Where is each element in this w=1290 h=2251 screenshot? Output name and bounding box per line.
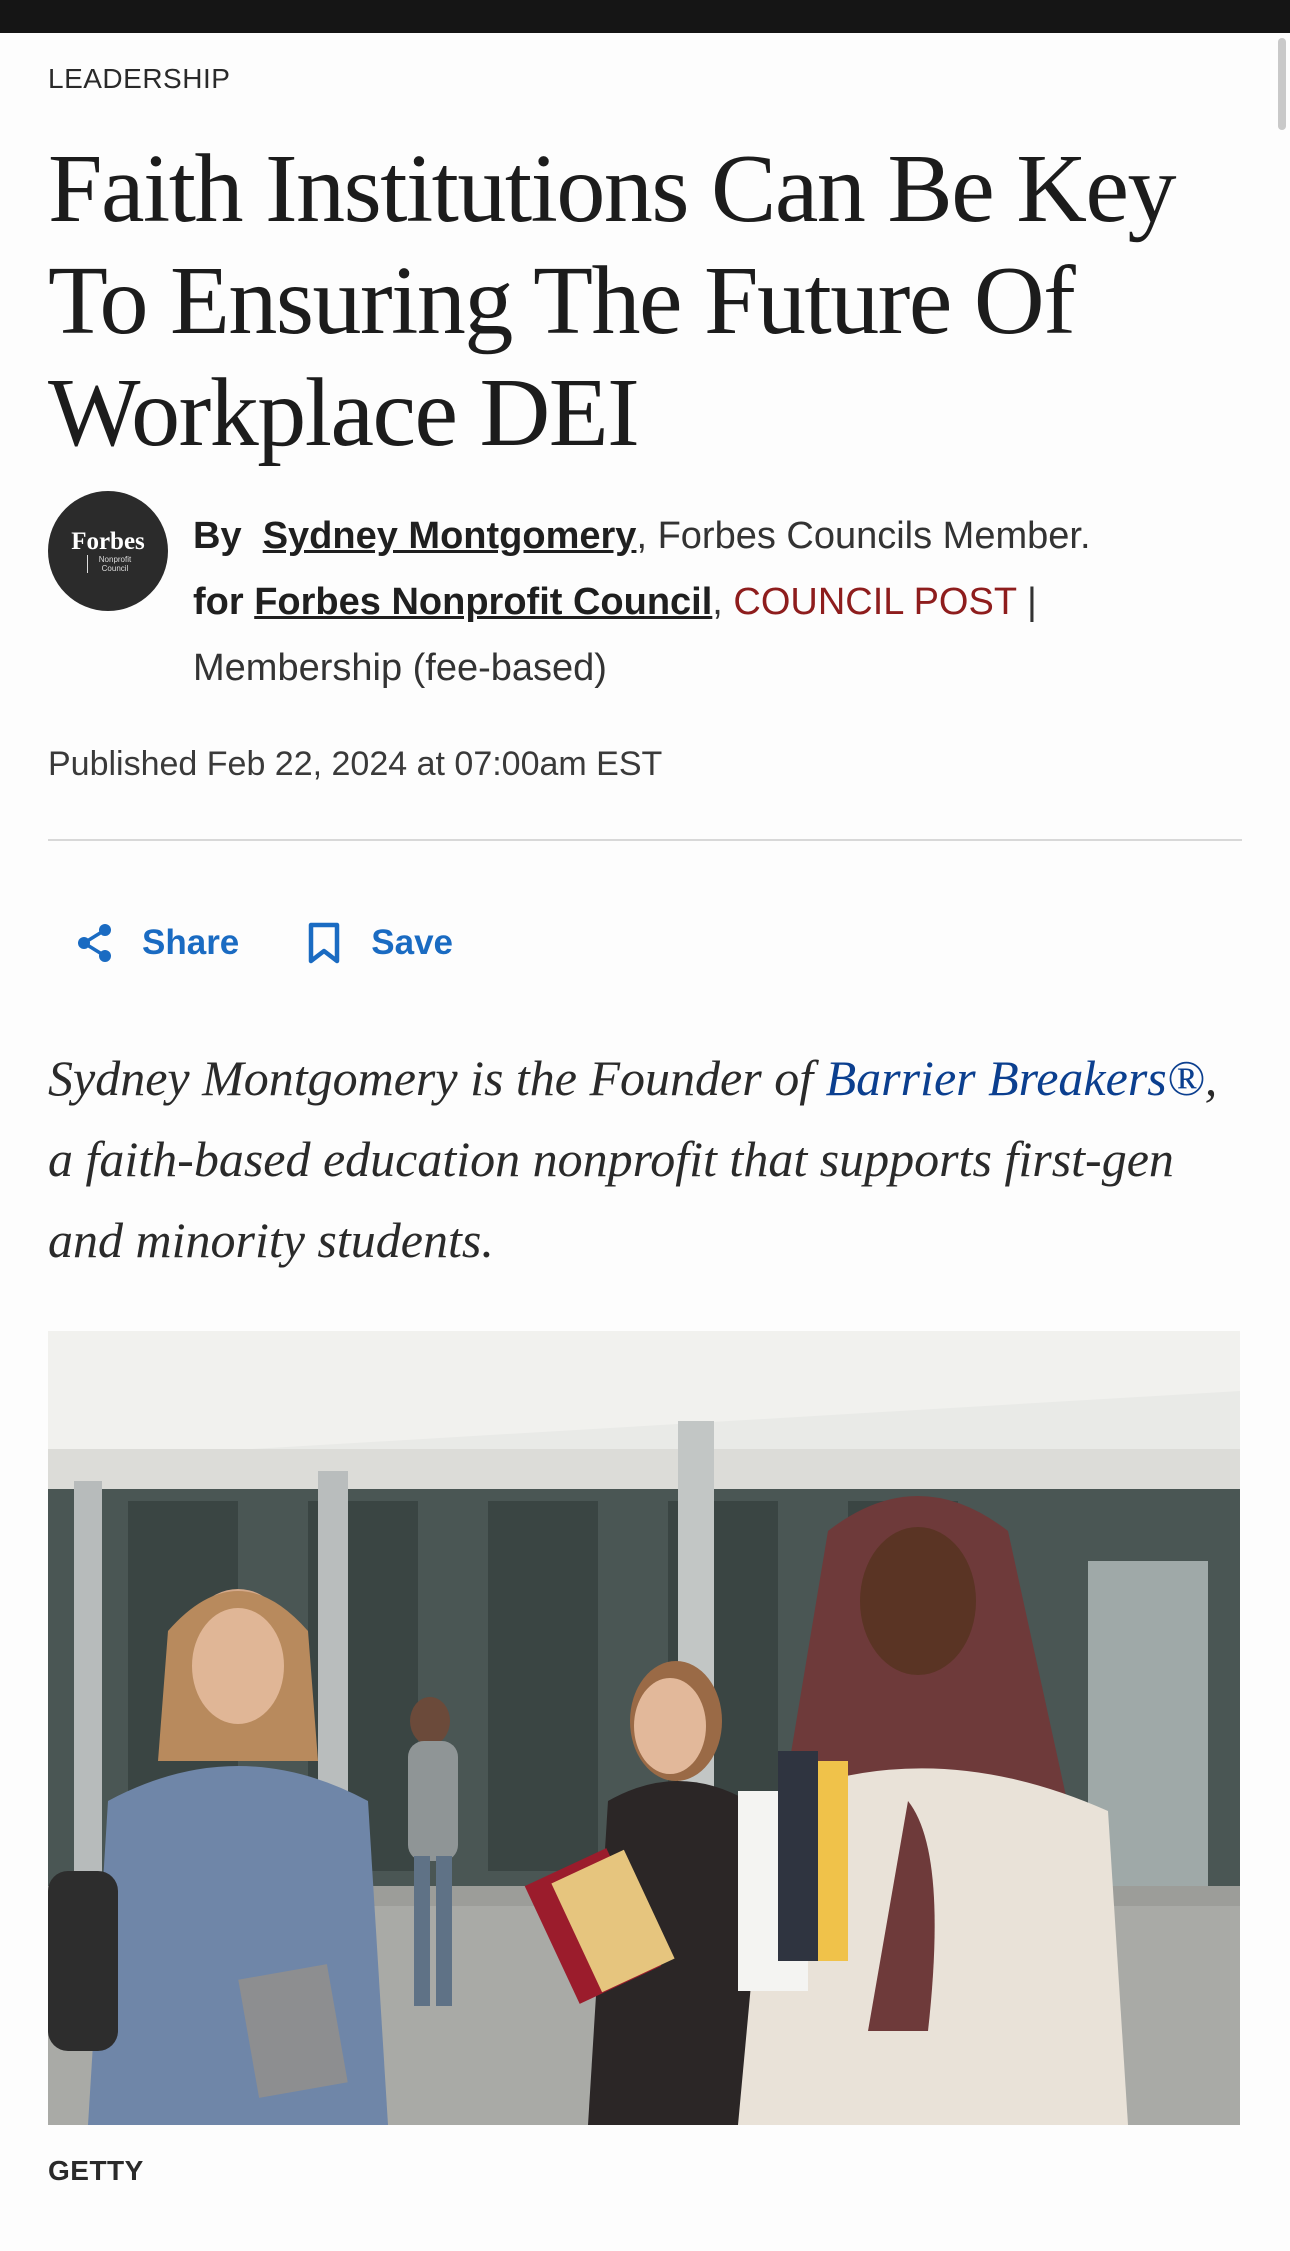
byline-separator: |	[1026, 581, 1037, 623]
dek-prefix: Sydney Montgomery is the Founder of	[48, 1050, 826, 1106]
article-dek: Sydney Montgomery is the Founder of Barr…	[48, 1038, 1242, 1281]
council-link[interactable]: Forbes Nonprofit Council	[254, 581, 712, 623]
divider	[48, 839, 1242, 841]
council-post-label[interactable]: COUNCIL POST	[733, 581, 1016, 623]
published-date: Published Feb 22, 2024 at 07:00am EST	[48, 745, 663, 783]
author-link[interactable]: Sydney Montgomery	[263, 515, 637, 557]
barrier-breakers-link[interactable]: Barrier Breakers®	[826, 1050, 1205, 1106]
students-photo-illustration	[48, 1331, 1240, 2125]
article-photo[interactable]	[48, 1331, 1240, 2125]
category-label[interactable]: LEADERSHIP	[48, 63, 230, 95]
membership-note: Membership (fee-based)	[193, 647, 607, 689]
scrollbar-thumb[interactable]	[1278, 38, 1286, 130]
article-actions: Share Save	[72, 913, 515, 973]
save-button[interactable]: Save	[301, 920, 453, 966]
bookmark-icon	[301, 920, 347, 966]
share-button[interactable]: Share	[72, 920, 239, 966]
by-label: By	[193, 515, 242, 557]
author-role: Forbes Councils Member.	[657, 515, 1091, 557]
share-icon	[72, 920, 118, 966]
status-bar	[0, 0, 1290, 33]
for-label: for	[193, 581, 244, 623]
council-logo-text: Nonprofit Council	[87, 555, 139, 573]
council-avatar[interactable]: Forbes Nonprofit Council	[48, 491, 168, 611]
photo-credit: GETTY	[48, 2155, 144, 2186]
author-block: Forbes Nonprofit Council By Sydney Montg…	[48, 491, 1242, 731]
forbes-logo: Forbes	[71, 528, 145, 555]
share-label: Share	[142, 923, 240, 962]
article-headline: Faith Institutions Can Be Key To Ensurin…	[48, 135, 1177, 467]
byline: By Sydney Montgomery, Forbes Councils Me…	[193, 515, 1091, 689]
save-label: Save	[371, 923, 454, 962]
